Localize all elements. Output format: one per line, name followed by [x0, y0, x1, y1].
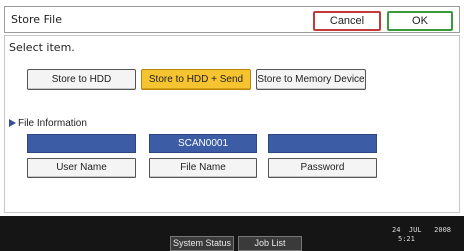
- system-status-button[interactable]: System Status: [170, 236, 234, 251]
- title-bar: Store File Cancel OK: [4, 6, 460, 33]
- file-name-button[interactable]: File Name: [149, 158, 257, 178]
- password-value: [268, 134, 377, 153]
- instruction-text: Select item.: [9, 41, 75, 54]
- store-to-hdd-send-button[interactable]: Store to HDD + Send: [141, 69, 251, 90]
- file-information-label: File Information: [9, 118, 87, 129]
- page-title: Store File: [11, 13, 62, 26]
- status-bar: System Status Job List 24 JUL 2008 5:21: [0, 216, 464, 251]
- time-text: 5:21: [398, 235, 415, 243]
- file-name-value: SCAN0001: [149, 134, 257, 153]
- user-name-value: [27, 134, 136, 153]
- store-to-hdd-button[interactable]: Store to HDD: [27, 69, 136, 90]
- ok-button[interactable]: OK: [387, 11, 453, 31]
- store-to-memory-device-button[interactable]: Store to Memory Device: [256, 69, 366, 90]
- cancel-button[interactable]: Cancel: [313, 11, 381, 31]
- main-panel: Select item. Store to HDD Store to HDD +…: [4, 35, 460, 213]
- date-text: 24 JUL 2008: [392, 226, 452, 234]
- triangle-right-icon: [9, 119, 16, 127]
- user-name-button[interactable]: User Name: [27, 158, 136, 178]
- file-information-text: File Information: [18, 118, 87, 129]
- date-time-display: 24 JUL 2008 5:21: [392, 226, 451, 244]
- job-list-button[interactable]: Job List: [238, 236, 302, 251]
- password-button[interactable]: Password: [268, 158, 377, 178]
